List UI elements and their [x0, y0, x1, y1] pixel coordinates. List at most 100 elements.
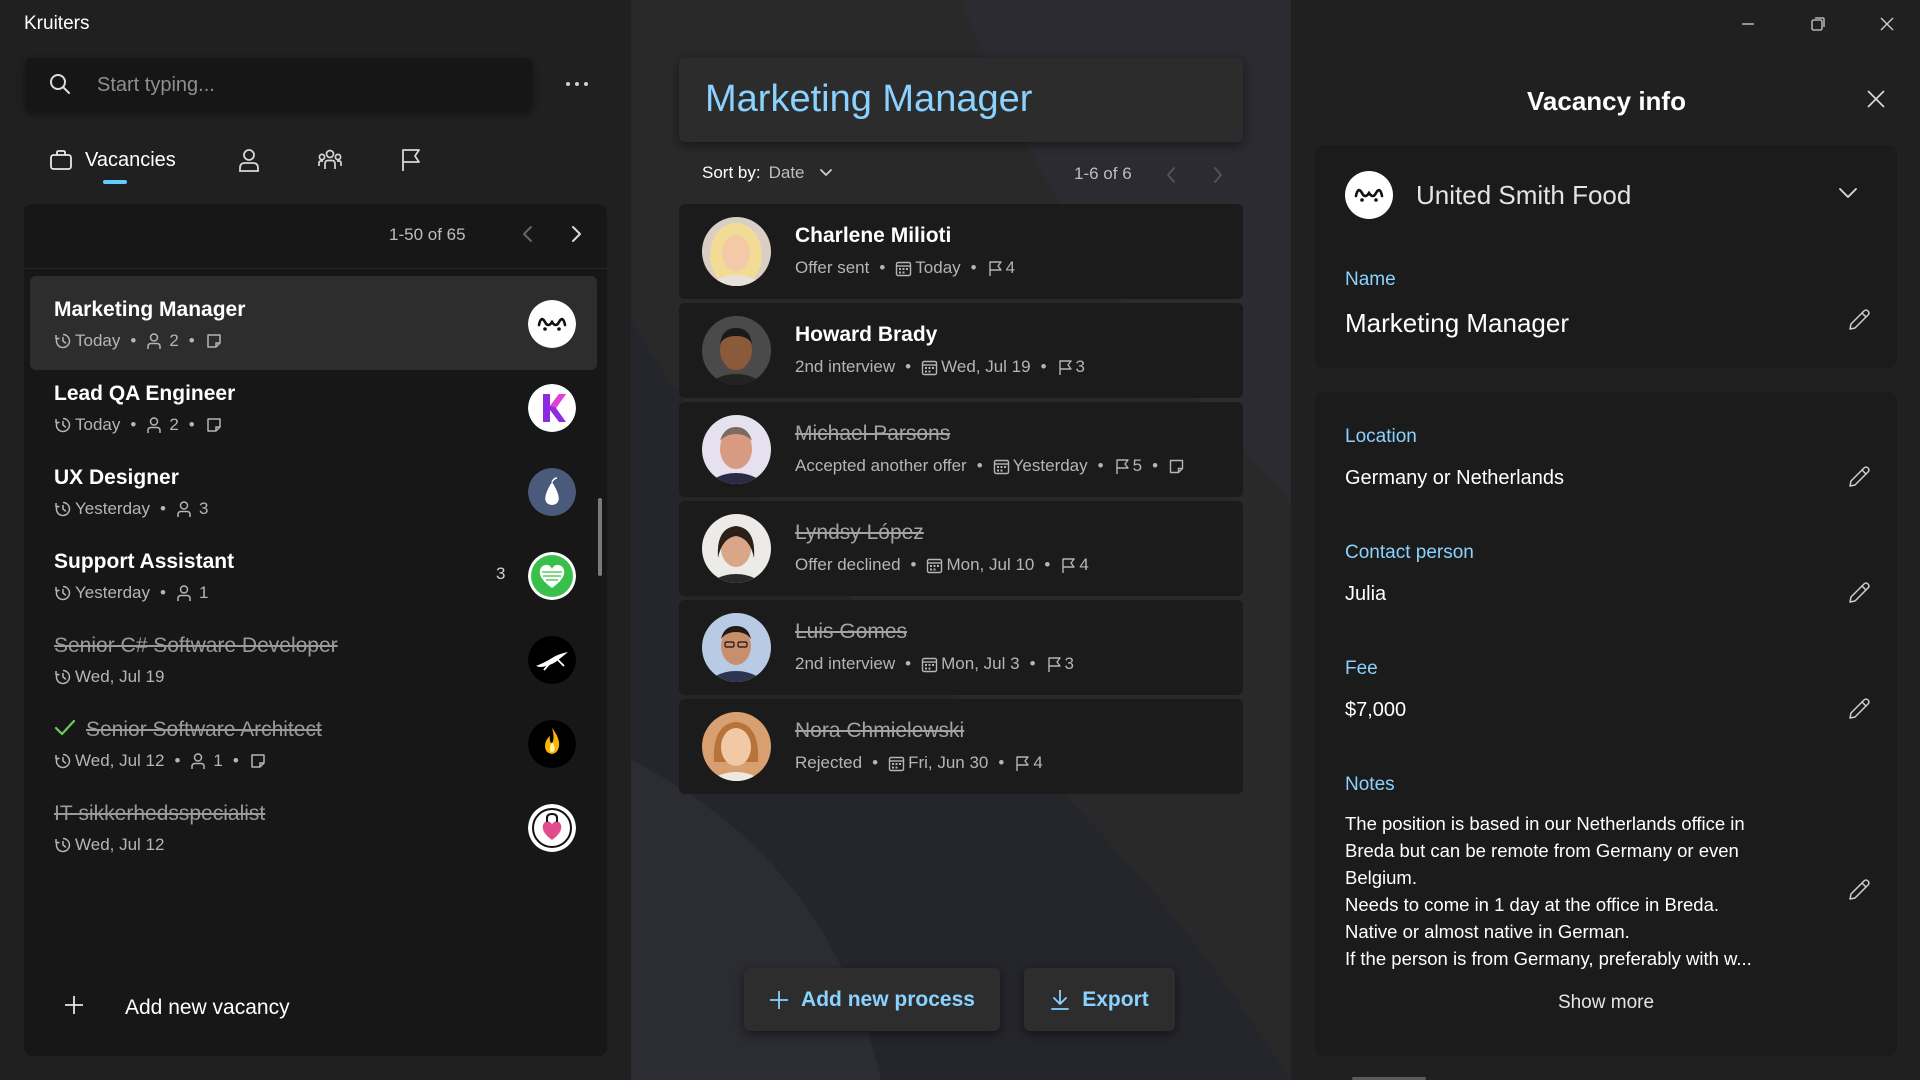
notes-line: If the person is from Germany, preferabl… [1345, 948, 1752, 969]
export-button[interactable]: Export [1024, 968, 1175, 1031]
chevron-left-icon [1167, 167, 1175, 183]
history-icon [55, 669, 71, 685]
tab-vacancies[interactable]: Vacancies [49, 140, 176, 180]
process-card-michael-parsons[interactable]: Michael Parsons Accepted another offer •… [679, 402, 1243, 497]
edit-contact-button[interactable] [1846, 580, 1872, 606]
process-date: Mon, Jul 10 [946, 555, 1035, 574]
flag-icon [988, 260, 1002, 276]
flag-count: 3 [1064, 654, 1074, 673]
vacancy-date: Wed, Jul 12 [75, 751, 165, 770]
avatar [702, 514, 771, 583]
vacancy-meta: Today • 2 • [54, 331, 226, 351]
tab-candidates[interactable] [236, 140, 262, 180]
avatar [702, 613, 771, 682]
vacancy-date: Wed, Jul 19 [75, 667, 165, 686]
vacancy-title-card: Marketing Manager [679, 58, 1243, 142]
calendar-icon [896, 261, 912, 276]
avatar [702, 712, 771, 781]
process-card-luis-gomes[interactable]: Luis Gomes 2nd interview • Mon, Jul 3 • … [679, 600, 1243, 695]
process-date: Mon, Jul 3 [941, 654, 1020, 673]
history-icon [55, 837, 71, 853]
tab-clients[interactable] [317, 140, 343, 180]
flag-count: 4 [1079, 555, 1089, 574]
note-icon [1169, 459, 1184, 473]
heart-lock-logo [528, 804, 576, 852]
pear-logo [528, 468, 576, 516]
vacancy-list: Marketing Manager Today • 2 • Lead QA En… [24, 272, 607, 954]
candidate-name: Nora Chmielewski [795, 719, 965, 742]
sort-value: Date [768, 163, 805, 182]
search-input[interactable] [97, 70, 507, 100]
process-card-howard-brady[interactable]: Howard Brady 2nd interview • Wed, Jul 19… [679, 303, 1243, 398]
note-icon [207, 334, 221, 348]
close-panel-button[interactable] [1865, 88, 1887, 110]
vacancy-date: Yesterday [75, 499, 150, 518]
plus-icon [64, 995, 84, 1015]
vacancy-item-it-sikkerhedsspecialist[interactable]: IT-sikkerhedsspecialist Wed, Jul 12 [30, 780, 597, 874]
flag-count: 4 [1005, 258, 1016, 277]
people-icon [177, 501, 191, 517]
vacancy-info-pane: Vacancy info United Smith Food Name Mark… [1291, 0, 1920, 1080]
process-next-page-button[interactable] [1211, 166, 1225, 184]
edit-notes-button[interactable] [1846, 877, 1872, 903]
process-card-charlene-milioti[interactable]: Charlene Milioti Offer sent • Today • 4 [679, 204, 1243, 299]
search-box[interactable] [25, 58, 532, 111]
more-icon [566, 82, 588, 86]
add-vacancy-label: Add new vacancy [125, 996, 290, 1019]
close-icon [1867, 90, 1885, 108]
vacancy-title: Lead QA Engineer [54, 382, 236, 405]
process-previous-page-button[interactable] [1164, 166, 1178, 184]
process-status: Accepted another offer [795, 456, 967, 475]
show-more-button[interactable]: Show more [1315, 992, 1897, 1014]
edit-fee-button[interactable] [1846, 696, 1872, 722]
next-page-button[interactable] [568, 224, 584, 244]
vacancy-item-senior-csharp-developer[interactable]: Senior C# Software Developer Wed, Jul 19 [30, 612, 597, 706]
process-meta: Accepted another offer • Yesterday • 5 • [795, 456, 1188, 476]
united-smith-food-logo [1345, 171, 1393, 219]
vacancy-item-marketing-manager[interactable]: Marketing Manager Today • 2 • [30, 276, 597, 370]
fee-value: $7,000 [1345, 699, 1407, 721]
company-card: United Smith Food Name Marketing Manager [1315, 145, 1897, 368]
add-process-label: Add new process [801, 987, 975, 1011]
pencil-icon [1849, 466, 1870, 487]
company-selector[interactable]: United Smith Food [1416, 180, 1631, 211]
panel-title: Vacancy info [1527, 86, 1686, 116]
calendar-icon [921, 657, 938, 672]
process-meta: Offer declined • Mon, Jul 10 • 4 [795, 555, 1089, 574]
candidate-name: Luis Gomes [795, 620, 908, 643]
vacancy-item-senior-software-architect[interactable]: Senior Software Architect Wed, Jul 12 • … [30, 696, 597, 790]
history-icon [55, 417, 71, 433]
pencil-icon [1849, 879, 1870, 900]
add-vacancy-button[interactable]: Add new vacancy [24, 954, 607, 1056]
flag-icon [399, 147, 423, 173]
edit-location-button[interactable] [1846, 464, 1872, 490]
k-logo [528, 384, 576, 432]
vacancy-list-panel: 1-50 of 65 Marketing Manager Today • 2 • [24, 204, 607, 1056]
process-card-nora-chmielewski[interactable]: Nora Chmielewski Rejected • Fri, Jun 30 … [679, 699, 1243, 794]
sort-dropdown[interactable]: Sort by: Date [702, 163, 833, 183]
vacancy-item-support-assistant[interactable]: Support Assistant Yesterday • 1 3 [30, 528, 597, 622]
add-process-button[interactable]: Add new process [744, 968, 1000, 1031]
chevron-down-icon[interactable] [1838, 187, 1858, 199]
process-date: Wed, Jul 19 [941, 357, 1031, 376]
window-close-button[interactable] [1875, 12, 1899, 36]
vacancy-pagination: 1-50 of 65 [24, 204, 607, 266]
more-options-button[interactable] [562, 72, 592, 96]
location-value: Germany or Netherlands [1345, 467, 1564, 489]
people-icon [191, 753, 206, 769]
vacancy-list-scrollbar[interactable] [598, 498, 602, 576]
process-pane: Marketing Manager Sort by: Date 1-6 of 6… [631, 0, 1291, 1080]
window-restore-button[interactable] [1806, 12, 1830, 36]
previous-page-button[interactable] [520, 224, 536, 244]
search-icon [49, 73, 71, 95]
vacancy-item-ux-designer[interactable]: UX Designer Yesterday • 3 [30, 444, 597, 538]
process-page-count: 1-6 of 6 [1074, 164, 1132, 183]
app-title: Kruiters [24, 13, 90, 34]
process-status: 2nd interview [795, 357, 896, 376]
window-minimize-button[interactable] [1736, 12, 1760, 36]
vacancy-item-lead-qa-engineer[interactable]: Lead QA Engineer Today • 2 • [30, 360, 597, 454]
process-card-lyndsy-lopez[interactable]: Lyndsy López Offer declined • Mon, Jul 1… [679, 501, 1243, 596]
edit-name-button[interactable] [1846, 307, 1872, 333]
tab-flags[interactable] [399, 140, 423, 180]
notes-line: Needs to come in 1 day at the office in … [1345, 894, 1719, 915]
